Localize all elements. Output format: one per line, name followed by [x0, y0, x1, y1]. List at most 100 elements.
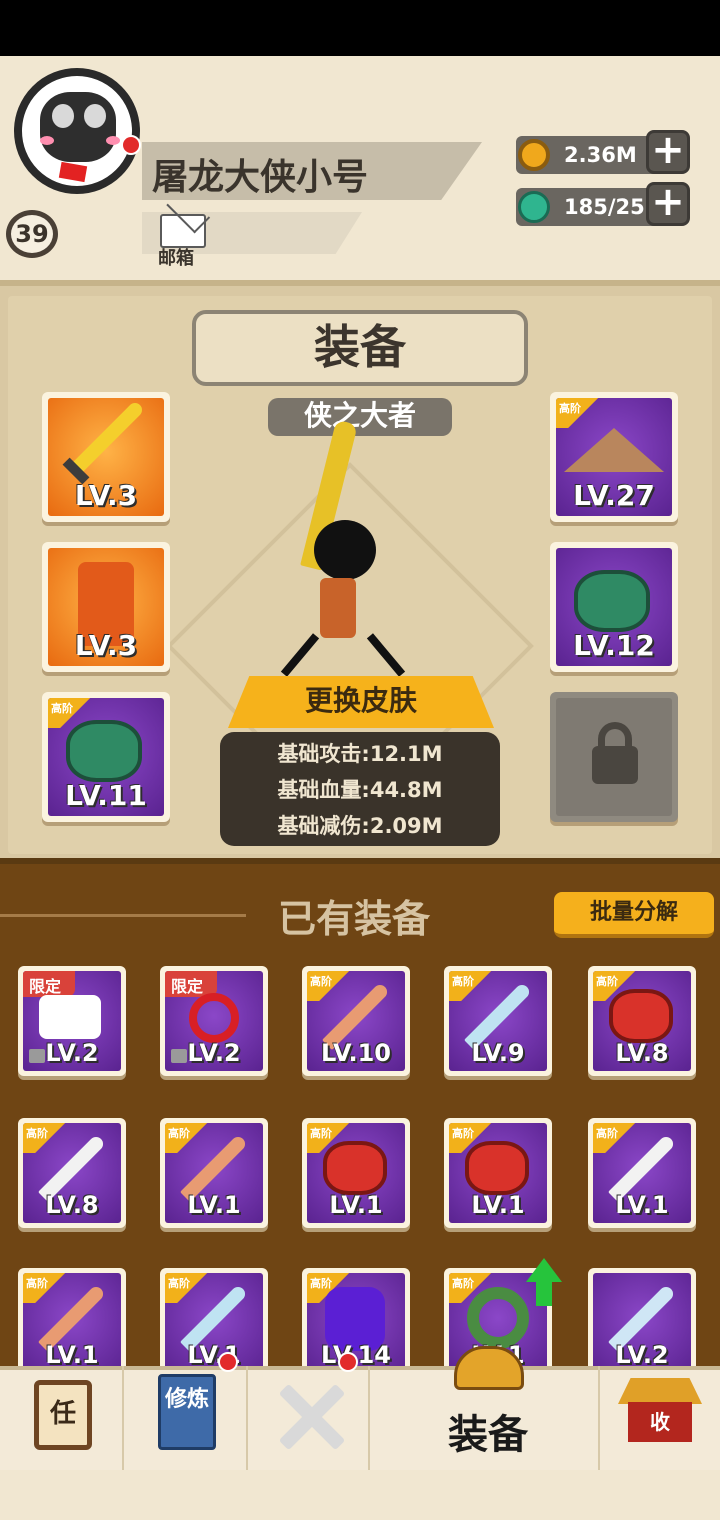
- equip-slot-bracer[interactable]: LV.12: [550, 542, 678, 672]
- owned-item[interactable]: 高阶 LV.1: [160, 1118, 268, 1228]
- jade-gem-icon: [518, 191, 550, 223]
- nav-task[interactable]: 任: [0, 1366, 124, 1470]
- item-level: LV.8: [45, 1191, 99, 1219]
- equip-slot-hat[interactable]: 高阶 LV.27: [550, 392, 678, 522]
- change-skin-button[interactable]: 更换皮肤: [228, 676, 494, 728]
- slot-background: LV.3: [48, 398, 164, 516]
- batch-dismantle-button[interactable]: 批量分解: [554, 892, 714, 938]
- tier-badge: 高阶: [593, 1123, 639, 1153]
- add-jade-button[interactable]: +: [646, 182, 690, 226]
- slot-background: 高阶 LV.11: [48, 698, 164, 816]
- slot-background: 高阶 LV.1: [307, 1123, 405, 1223]
- equip-slot-armor[interactable]: LV.3: [42, 542, 170, 672]
- avatar-eye: [52, 104, 74, 128]
- item-level: LV.2: [615, 1341, 669, 1369]
- item-level: LV.1: [615, 1191, 669, 1219]
- add-gold-button[interactable]: +: [646, 130, 690, 174]
- tier-badge: 高阶: [165, 1273, 211, 1303]
- avatar-eye: [84, 104, 106, 128]
- owned-equipment-title: 已有装备: [278, 897, 431, 941]
- owned-item[interactable]: 限定 LV.2: [18, 966, 126, 1076]
- avatar[interactable]: [14, 68, 140, 194]
- stat-health: 基础血量:44.8M: [277, 778, 443, 802]
- limited-tag: 限定: [23, 971, 75, 997]
- mail-label[interactable]: 邮箱: [158, 244, 194, 270]
- slot-level: LV.11: [65, 779, 147, 812]
- owned-item[interactable]: 高阶 LV.1: [302, 1118, 410, 1228]
- slot-background: 高阶 LV.1: [23, 1273, 121, 1373]
- avatar-notification-dot: [121, 135, 141, 155]
- equipment-helmet-icon: [454, 1346, 524, 1390]
- red-gauntlet-icon: [465, 1141, 529, 1195]
- red-gauntlet-icon: [323, 1141, 387, 1195]
- arrow-head: [526, 1258, 562, 1282]
- slot-background: LV.2: [593, 1273, 691, 1373]
- level-badge: 39: [6, 210, 58, 258]
- tier-badge: 高阶: [449, 971, 495, 1001]
- notification-dot: [218, 1352, 238, 1372]
- arrow-stem: [536, 1280, 552, 1306]
- jade-gauntlet-icon: [66, 720, 142, 782]
- nav-collection[interactable]: 收: [600, 1366, 720, 1470]
- equip-slot-locked[interactable]: [550, 692, 678, 822]
- slot-background: 高阶 LV.1: [165, 1123, 263, 1223]
- owned-item[interactable]: 高阶 LV.1: [160, 1268, 268, 1378]
- gold-value: 2.36M: [564, 143, 637, 167]
- owned-item[interactable]: 高阶 LV.9: [444, 966, 552, 1076]
- lock-body: [592, 746, 638, 784]
- screen-bottom-bar: [0, 1470, 720, 1520]
- red-knot-icon: [189, 993, 239, 1043]
- slot-level: LV.3: [74, 629, 138, 662]
- stat-damage-reduction: 基础减伤:2.09M: [277, 814, 443, 838]
- owned-item[interactable]: 高阶 LV.8: [18, 1118, 126, 1228]
- gold-currency: 2.36M: [516, 136, 660, 174]
- hero-head: [314, 520, 376, 580]
- owned-item[interactable]: 高阶 LV.1: [444, 1118, 552, 1228]
- jade-value: 185/25: [564, 195, 645, 219]
- white-scroll-icon: [39, 995, 101, 1039]
- tier-badge: 高阶: [307, 971, 353, 1001]
- item-level: LV.8: [615, 1039, 669, 1067]
- owned-item[interactable]: 高阶 LV.8: [588, 966, 696, 1076]
- owned-item[interactable]: 高阶 LV.10: [302, 966, 410, 1076]
- red-gauntlet-icon: [609, 989, 673, 1043]
- slot-background: LV.3: [48, 548, 164, 666]
- section-divider: [0, 914, 246, 917]
- slot-background: 高阶 LV.1: [449, 1123, 547, 1223]
- upgrade-arrow-icon: [526, 1258, 562, 1310]
- tier-badge: 高阶: [23, 1123, 69, 1153]
- avatar-face: [40, 92, 116, 162]
- owned-item[interactable]: 高阶 LV.1: [588, 1118, 696, 1228]
- jade-ring-icon: [467, 1287, 529, 1349]
- item-level: LV.1: [187, 1341, 241, 1369]
- notification-dot: [338, 1352, 358, 1372]
- item-level: LV.2: [187, 1039, 241, 1067]
- avatar-blush: [40, 136, 54, 145]
- item-level: LV.9: [471, 1039, 525, 1067]
- slot-background: 高阶 LV.8: [593, 971, 691, 1071]
- nav-battle[interactable]: [248, 1352, 370, 1470]
- owned-item[interactable]: LV.2: [588, 1268, 696, 1378]
- owned-item[interactable]: 限定 LV.2: [160, 966, 268, 1076]
- hero-character[interactable]: [280, 520, 406, 677]
- avatar-scarf: [58, 161, 88, 183]
- equipment-title: 装备: [192, 310, 528, 386]
- tier-badge: 高阶: [165, 1123, 211, 1153]
- lock-icon: [592, 722, 638, 784]
- mail-icon[interactable]: [160, 214, 206, 248]
- collection-house-icon: 收: [628, 1402, 692, 1442]
- bamboo-hat-icon: [564, 428, 664, 472]
- item-level: LV.2: [45, 1039, 99, 1067]
- equip-slot-weapon[interactable]: LV.3: [42, 392, 170, 522]
- base-stats: 基础攻击:12.1M 基础血量:44.8M 基础减伤:2.09M: [220, 732, 500, 846]
- owned-item[interactable]: 高阶 LV.1: [18, 1268, 126, 1378]
- task-scroll-icon: 任: [34, 1380, 92, 1450]
- hero-torso: [320, 578, 356, 638]
- slot-level: LV.3: [74, 479, 138, 512]
- nav-cultivation[interactable]: 修炼: [124, 1352, 248, 1470]
- slot-background: 高阶 LV.9: [449, 971, 547, 1071]
- equip-slot-gauntlet[interactable]: 高阶 LV.11: [42, 692, 170, 822]
- nav-equipment-label[interactable]: 装备: [448, 1402, 528, 1460]
- slot-background: [556, 698, 672, 816]
- stat-attack: 基础攻击:12.1M: [277, 742, 443, 766]
